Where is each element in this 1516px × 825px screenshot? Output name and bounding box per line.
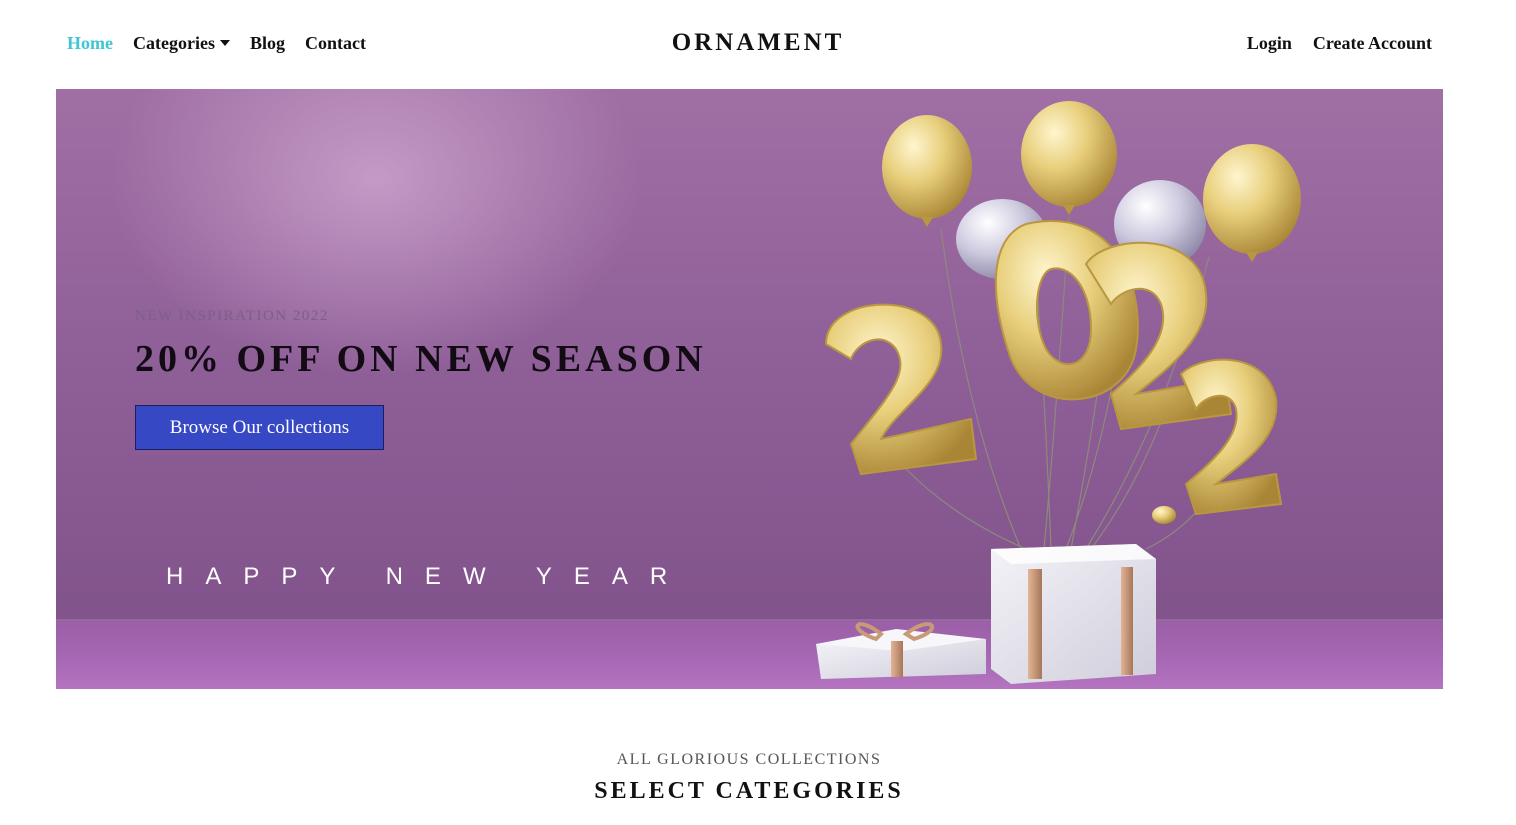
browse-collections-button[interactable]: Browse Our collections <box>135 405 384 450</box>
login-link[interactable]: Login <box>1247 33 1292 54</box>
create-account-link[interactable]: Create Account <box>1313 33 1432 54</box>
gold-balloon <box>1203 144 1301 254</box>
nav-home-link[interactable]: Home <box>67 33 113 54</box>
gold-coin <box>1152 506 1176 524</box>
large-gift-box <box>991 544 1156 684</box>
primary-nav: Home Categories Blog Contact <box>67 33 366 54</box>
hero-banner: NEW INSPIRATION 2022 20% OFF ON NEW SEAS… <box>56 89 1443 689</box>
collections-title: SELECT CATEGORIES <box>594 778 904 804</box>
collections-eyebrow: ALL GLORIOUS COLLECTIONS <box>616 751 882 768</box>
hero-greeting: HAPPY NEW YEAR <box>166 563 690 590</box>
nav-contact-link[interactable]: Contact <box>305 33 366 54</box>
hero-title: 20% OFF ON NEW SEASON <box>135 338 707 380</box>
hero-illustration <box>816 101 1301 684</box>
small-gift-box <box>816 622 986 679</box>
hero-eyebrow: NEW INSPIRATION 2022 <box>135 308 329 324</box>
foil-digits-2022 <box>824 220 1283 516</box>
top-navbar: Home Categories Blog Contact ORNAMENT Lo… <box>0 0 1516 89</box>
caret-down-icon <box>219 40 230 46</box>
nav-blog-link[interactable]: Blog <box>250 33 285 54</box>
gold-balloon <box>1021 101 1117 207</box>
brand-logo[interactable]: ORNAMENT <box>672 29 845 56</box>
nav-categories-label: Categories <box>132 33 215 53</box>
gold-balloon <box>882 115 972 219</box>
nav-categories-dropdown[interactable]: Categories <box>133 33 230 54</box>
account-nav: Login Create Account <box>1247 33 1432 54</box>
